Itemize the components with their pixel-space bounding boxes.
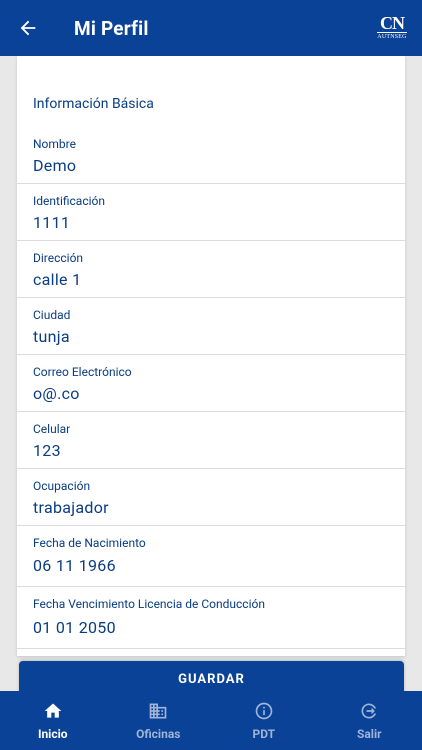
back-button[interactable] <box>0 0 56 56</box>
arrow-back-icon <box>20 20 36 36</box>
page-title: Mi Perfil <box>74 16 149 40</box>
field-ocupacion[interactable]: Ocupación trabajador <box>17 469 405 526</box>
field-nombre[interactable]: Nombre Demo <box>17 128 405 184</box>
field-label: Fecha de Nacimiento <box>33 536 146 550</box>
app-bar: Mi Perfil CN AUTNSEG <box>0 0 422 56</box>
building-icon <box>149 703 167 718</box>
nav-item-oficinas[interactable]: Oficinas <box>106 691 212 750</box>
field-label: Nombre <box>33 137 76 151</box>
nav-label: Oficinas <box>136 726 181 741</box>
field-celular[interactable]: Celular 123 <box>17 412 405 469</box>
field-label: Ocupación <box>33 479 91 493</box>
field-value[interactable]: calle 1 <box>33 270 81 289</box>
nav-label: PDT <box>252 726 276 741</box>
field-value[interactable]: 01 01 2050 <box>33 618 116 637</box>
nav-item-pdt[interactable]: PDT <box>211 691 317 750</box>
info-icon <box>255 702 273 719</box>
field-direccion[interactable]: Dirección calle 1 <box>17 241 405 298</box>
nav-label: Salir <box>356 726 382 741</box>
nav-item-inicio[interactable]: Inicio <box>0 691 106 750</box>
field-label: Identificación <box>33 194 105 208</box>
field-label: Correo Electrónico <box>33 365 132 379</box>
field-value[interactable]: 123 <box>33 441 61 460</box>
field-value[interactable]: 06 11 1966 <box>33 556 116 575</box>
profile-card: Información Básica Nombre Demo Identific… <box>17 56 405 656</box>
home-icon <box>44 703 62 718</box>
bottom-navigation: Inicio Oficinas PDT Salir <box>0 691 422 750</box>
field-correo[interactable]: Correo Electrónico o@.co <box>17 355 405 412</box>
field-value[interactable]: trabajador <box>33 498 109 517</box>
field-label: Celular <box>33 422 71 436</box>
field-label: Ciudad <box>33 308 71 322</box>
logo-subtitle: AUTNSEG <box>377 32 407 40</box>
field-value[interactable]: tunja <box>33 327 70 346</box>
nav-label: Inicio <box>37 726 68 741</box>
logo-mark: CN <box>380 13 405 33</box>
field-value[interactable]: 1111 <box>33 213 70 232</box>
field-label: Dirección <box>33 251 84 265</box>
nav-item-salir[interactable]: Salir <box>317 691 422 750</box>
field-label: Fecha Vencimiento Licencia de Conducción <box>33 597 265 611</box>
field-value[interactable]: Demo <box>33 156 76 175</box>
field-ciudad[interactable]: Ciudad tunja <box>17 298 405 355</box>
section-title: Información Básica <box>33 96 154 112</box>
field-value[interactable]: o@.co <box>33 384 80 403</box>
field-identificacion[interactable]: Identificación 1111 <box>17 184 405 241</box>
logout-icon <box>361 703 377 718</box>
field-fecha-nacimiento[interactable]: Fecha de Nacimiento 06 11 1966 <box>17 526 405 587</box>
field-fecha-vencimiento-licencia[interactable]: Fecha Vencimiento Licencia de Conducción… <box>17 587 405 649</box>
brand-logo: CN AUTNSEG <box>372 14 412 44</box>
